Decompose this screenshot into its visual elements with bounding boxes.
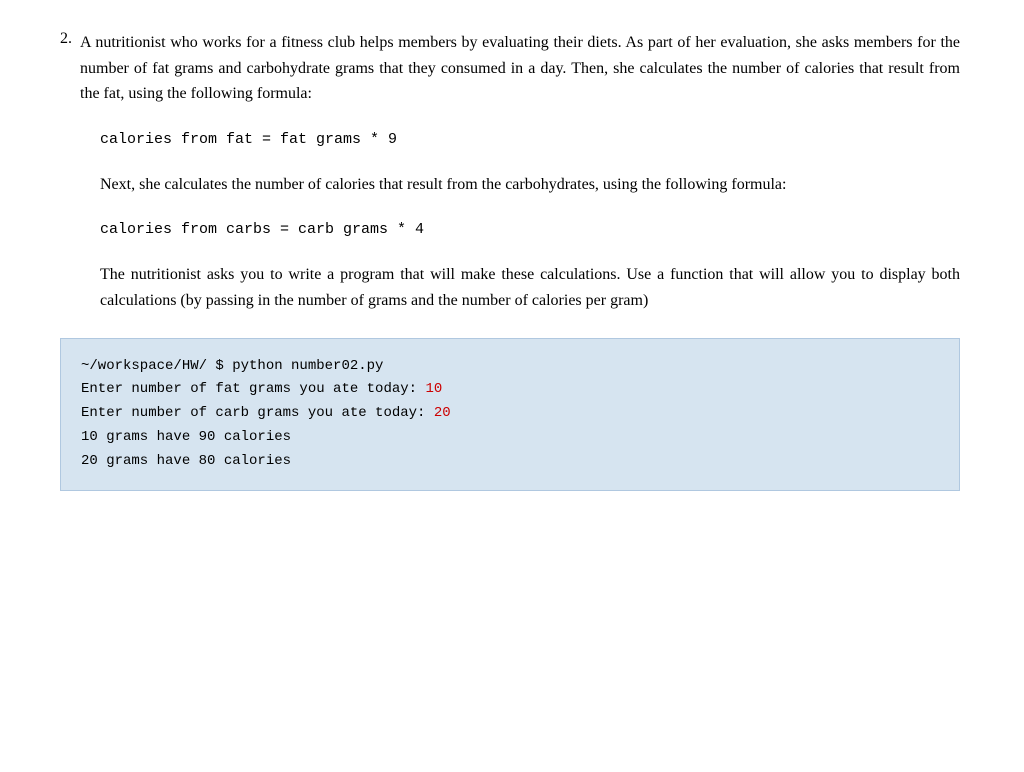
terminal-line3-prefix: Enter number of carb grams you ate today… <box>81 405 434 421</box>
terminal-line3: Enter number of carb grams you ate today… <box>81 402 939 426</box>
terminal-box: ~/workspace/HW/ $ python number02.py Ent… <box>60 338 960 491</box>
problem-paragraph3: The nutritionist asks you to write a pro… <box>100 262 960 313</box>
terminal-line4: 10 grams have 90 calories <box>81 426 939 450</box>
formula1-block: calories from fat = fat grams * 9 <box>100 131 960 148</box>
terminal-line2-value: 10 <box>425 381 442 397</box>
formula1-text: calories from fat = fat grams * 9 <box>100 131 397 148</box>
paragraph3-block: The nutritionist asks you to write a pro… <box>100 262 960 313</box>
problem-number: 2. <box>60 30 72 48</box>
problem-container: 2. A nutritionist who works for a fitnes… <box>60 30 960 491</box>
problem-paragraph2: Next, she calculates the number of calor… <box>100 172 960 198</box>
formula2-block: calories from carbs = carb grams * 4 <box>100 221 960 238</box>
terminal-line5: 20 grams have 80 calories <box>81 450 939 474</box>
terminal-line1: ~/workspace/HW/ $ python number02.py <box>81 355 939 379</box>
terminal-line2-prefix: Enter number of fat grams you ate today: <box>81 381 425 397</box>
terminal-line3-value: 20 <box>434 405 451 421</box>
formula2-text: calories from carbs = carb grams * 4 <box>100 221 424 238</box>
terminal-line2: Enter number of fat grams you ate today:… <box>81 378 939 402</box>
paragraph2-block: Next, she calculates the number of calor… <box>100 172 960 198</box>
problem-header: 2. A nutritionist who works for a fitnes… <box>60 30 960 107</box>
problem-paragraph1: A nutritionist who works for a fitness c… <box>80 30 960 107</box>
